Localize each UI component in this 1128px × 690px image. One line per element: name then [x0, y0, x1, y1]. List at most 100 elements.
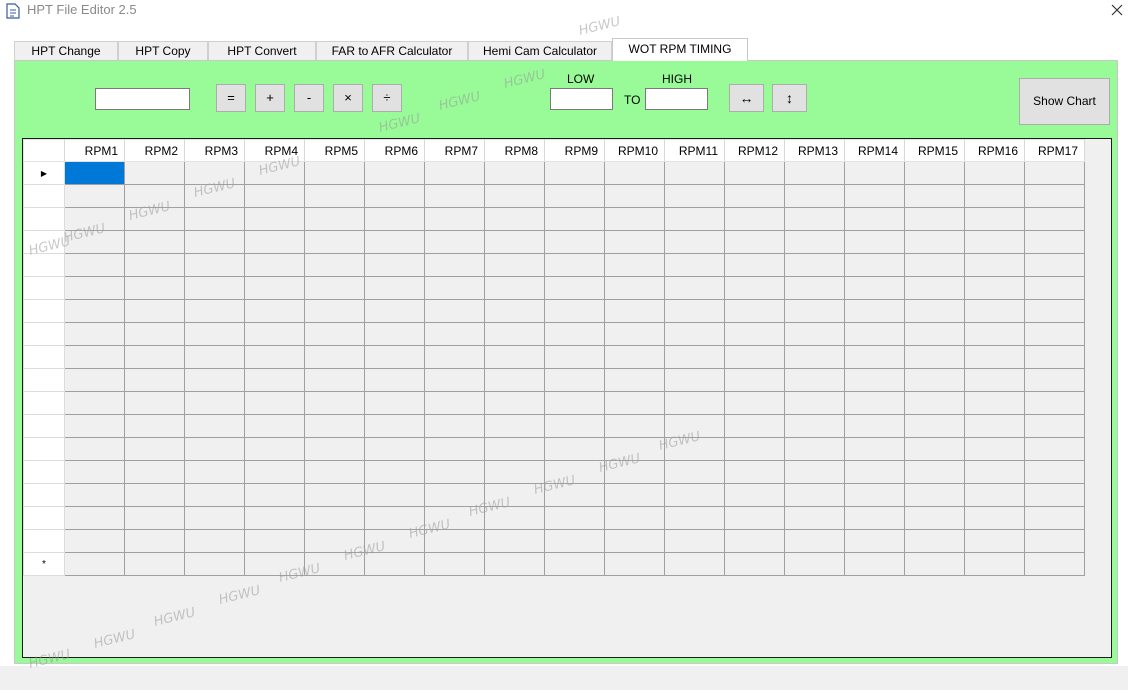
- grid-cell[interactable]: [1024, 207, 1085, 231]
- grid-cell[interactable]: [664, 552, 725, 576]
- grid-cell[interactable]: [424, 437, 485, 461]
- grid-cell[interactable]: [904, 299, 965, 323]
- grid-cell[interactable]: [304, 276, 365, 300]
- grid-cell[interactable]: [784, 322, 845, 346]
- grid-cell[interactable]: [124, 506, 185, 530]
- grid-cell[interactable]: [424, 322, 485, 346]
- row-header[interactable]: [23, 276, 65, 300]
- column-header-rpm3[interactable]: RPM3: [184, 139, 245, 162]
- grid-cell[interactable]: [604, 529, 665, 553]
- grid-cell[interactable]: [904, 529, 965, 553]
- grid-cell[interactable]: [544, 506, 605, 530]
- grid-cell[interactable]: [844, 414, 905, 438]
- grid-cell[interactable]: [544, 437, 605, 461]
- grid-cell[interactable]: [364, 276, 425, 300]
- grid-cell[interactable]: [964, 322, 1025, 346]
- tab-hpt-convert[interactable]: HPT Convert: [208, 41, 316, 61]
- grid-cell[interactable]: [964, 299, 1025, 323]
- grid-cell[interactable]: [844, 552, 905, 576]
- grid-cell[interactable]: [1024, 299, 1085, 323]
- grid-cell[interactable]: [724, 552, 785, 576]
- grid-cell[interactable]: [664, 253, 725, 277]
- grid-cell[interactable]: [664, 299, 725, 323]
- grid-cell[interactable]: [544, 207, 605, 231]
- grid-cell[interactable]: [424, 529, 485, 553]
- grid-cell[interactable]: [844, 161, 905, 185]
- grid-cell[interactable]: [964, 506, 1025, 530]
- grid-cell[interactable]: [664, 483, 725, 507]
- grid-cell[interactable]: [844, 322, 905, 346]
- grid-cell[interactable]: [544, 460, 605, 484]
- grid-cell[interactable]: [904, 368, 965, 392]
- grid-cell[interactable]: [64, 253, 125, 277]
- grid-cell[interactable]: [664, 230, 725, 254]
- grid-cell[interactable]: [304, 161, 365, 185]
- grid-cell[interactable]: [364, 207, 425, 231]
- grid-cell[interactable]: [604, 345, 665, 369]
- grid-cell[interactable]: [904, 437, 965, 461]
- grid-cell[interactable]: [484, 276, 545, 300]
- grid-cell[interactable]: [424, 184, 485, 208]
- grid-cell[interactable]: [844, 460, 905, 484]
- grid-cell[interactable]: [424, 276, 485, 300]
- grid-cell[interactable]: [304, 460, 365, 484]
- grid-cell[interactable]: [124, 207, 185, 231]
- column-header-rpm4[interactable]: RPM4: [244, 139, 305, 162]
- grid-cell[interactable]: [184, 184, 245, 208]
- grid-cell[interactable]: [1024, 184, 1085, 208]
- grid-cell[interactable]: [484, 529, 545, 553]
- grid-cell[interactable]: [244, 276, 305, 300]
- grid-cell[interactable]: [304, 299, 365, 323]
- grid-cell[interactable]: [304, 437, 365, 461]
- grid-cell[interactable]: [424, 345, 485, 369]
- grid-cell[interactable]: [964, 276, 1025, 300]
- row-header[interactable]: [23, 207, 65, 231]
- grid-cell[interactable]: [364, 184, 425, 208]
- grid-cell[interactable]: [244, 368, 305, 392]
- grid-cell[interactable]: [1024, 345, 1085, 369]
- grid-cell[interactable]: [484, 437, 545, 461]
- grid-cell[interactable]: [664, 506, 725, 530]
- grid-cell[interactable]: [484, 460, 545, 484]
- grid-cell[interactable]: [724, 368, 785, 392]
- column-header-rpm9[interactable]: RPM9: [544, 139, 605, 162]
- grid-cell[interactable]: [1024, 437, 1085, 461]
- column-header-rpm14[interactable]: RPM14: [844, 139, 905, 162]
- grid-cell[interactable]: [184, 253, 245, 277]
- grid-cell[interactable]: [424, 414, 485, 438]
- grid-cell[interactable]: [1024, 253, 1085, 277]
- grid-cell[interactable]: [364, 391, 425, 415]
- grid-cell[interactable]: [124, 368, 185, 392]
- grid-cell[interactable]: [1024, 529, 1085, 553]
- grid-cell[interactable]: [304, 529, 365, 553]
- row-header[interactable]: [23, 322, 65, 346]
- grid-cell[interactable]: [664, 414, 725, 438]
- row-header[interactable]: [23, 299, 65, 323]
- grid-cell[interactable]: [304, 230, 365, 254]
- grid-cell[interactable]: [904, 483, 965, 507]
- vertical-fill-button[interactable]: ↕: [772, 84, 807, 112]
- subtract-button[interactable]: -: [294, 84, 324, 112]
- row-header[interactable]: [23, 230, 65, 254]
- grid-cell[interactable]: [484, 368, 545, 392]
- grid-cell[interactable]: [124, 276, 185, 300]
- grid-cell[interactable]: [304, 184, 365, 208]
- row-header[interactable]: [23, 506, 65, 530]
- grid-cell[interactable]: [304, 253, 365, 277]
- column-header-rpm16[interactable]: RPM16: [964, 139, 1025, 162]
- grid-cell[interactable]: [844, 529, 905, 553]
- grid-cell[interactable]: [184, 345, 245, 369]
- grid-cell[interactable]: [184, 529, 245, 553]
- grid-cell[interactable]: [544, 483, 605, 507]
- grid-cell[interactable]: [484, 161, 545, 185]
- grid-cell[interactable]: [424, 299, 485, 323]
- grid-cell[interactable]: [424, 460, 485, 484]
- column-header-rpm7[interactable]: RPM7: [424, 139, 485, 162]
- grid-cell[interactable]: [364, 253, 425, 277]
- grid-cell[interactable]: [784, 230, 845, 254]
- grid-cell[interactable]: [604, 552, 665, 576]
- grid-cell[interactable]: [244, 552, 305, 576]
- grid-cell[interactable]: [364, 483, 425, 507]
- grid-cell[interactable]: [844, 483, 905, 507]
- grid-cell[interactable]: [244, 184, 305, 208]
